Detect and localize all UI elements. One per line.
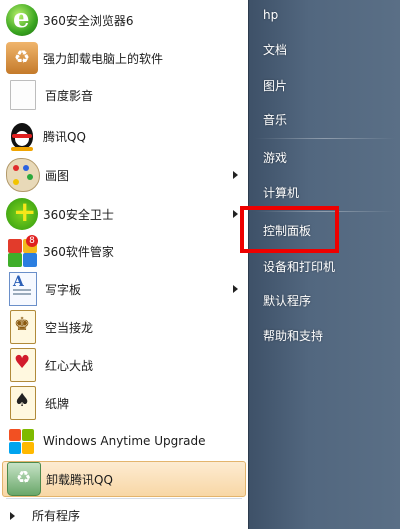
windows-logo-icon	[6, 425, 38, 457]
divider	[6, 498, 242, 499]
software-manager-icon: 8	[6, 235, 38, 267]
menu-item-label: 腾讯QQ	[43, 129, 86, 144]
menu-item-360-security[interactable]: 360安全卫士	[2, 195, 246, 232]
link-computer[interactable]: 计算机	[263, 184, 299, 201]
menu-item-baidu-player[interactable]: 百度影音	[2, 77, 246, 113]
all-programs-label: 所有程序	[32, 509, 81, 523]
menu-item-label: 画图	[45, 168, 70, 183]
menu-item-wordpad[interactable]: 写字板	[2, 271, 246, 307]
highlight-box	[240, 206, 339, 253]
menu-item-label: 360软件管家	[43, 244, 114, 259]
link-games[interactable]: 游戏	[263, 149, 287, 166]
menu-item-label: Windows Anytime Upgrade	[43, 434, 206, 448]
menu-item-tencent-qq[interactable]: 腾讯QQ	[2, 118, 246, 154]
menu-item-label: 写字板	[45, 282, 82, 297]
menu-item-windows-anytime-upgrade[interactable]: Windows Anytime Upgrade	[2, 423, 246, 459]
link-devices-and-printers[interactable]: 设备和打印机	[263, 258, 335, 275]
menu-item-360-software-manager[interactable]: 8 360软件管家	[2, 233, 246, 269]
menu-item-solitaire[interactable]: 纸牌	[2, 385, 246, 421]
programs-panel: 360安全浏览器6 强力卸载电脑上的软件 百度影音 腾讯QQ 画图 360安全卫…	[0, 0, 248, 529]
divider	[255, 138, 395, 139]
blank-document-icon	[10, 80, 36, 110]
hearts-icon	[10, 348, 36, 382]
paint-palette-icon	[6, 158, 40, 192]
menu-item-label: 360安全浏览器6	[43, 13, 134, 28]
menu-item-freecell[interactable]: 空当接龙	[2, 309, 246, 345]
menu-item-label: 百度影音	[45, 88, 94, 103]
submenu-arrow-icon	[233, 171, 238, 179]
menu-item-uninstall-qq[interactable]: 卸载腾讯QQ	[2, 461, 246, 497]
submenu-arrow-icon	[233, 210, 238, 218]
system-links-panel: hp 文档 图片 音乐 游戏 计算机 控制面板 设备和打印机 默认程序 帮助和支…	[248, 0, 400, 529]
solitaire-icon	[10, 386, 36, 420]
menu-item-label: 红心大战	[45, 358, 94, 373]
security-360-icon	[6, 195, 38, 230]
recycle-bin-icon	[7, 462, 41, 496]
menu-item-paint[interactable]: 画图	[2, 157, 246, 193]
menu-item-label: 强力卸载电脑上的软件	[43, 51, 164, 66]
link-help-and-support[interactable]: 帮助和支持	[263, 327, 323, 344]
submenu-arrow-icon	[233, 285, 238, 293]
link-music[interactable]: 音乐	[263, 111, 287, 128]
qq-penguin-icon	[6, 120, 38, 152]
link-user-folder[interactable]: hp	[263, 8, 278, 22]
menu-item-label: 空当接龙	[45, 320, 94, 335]
link-default-programs[interactable]: 默认程序	[263, 292, 311, 309]
link-pictures[interactable]: 图片	[263, 77, 287, 94]
link-documents[interactable]: 文档	[263, 41, 287, 58]
expand-arrow-icon	[10, 511, 15, 520]
menu-item-uninstall-software[interactable]: 强力卸载电脑上的软件	[2, 40, 246, 76]
menu-item-label: 卸载腾讯QQ	[46, 472, 113, 487]
uninstall-box-icon	[6, 42, 38, 74]
freecell-icon	[10, 310, 36, 344]
menu-item-360-browser[interactable]: 360安全浏览器6	[2, 2, 246, 38]
menu-item-label: 360安全卫士	[43, 207, 114, 222]
wordpad-icon	[9, 272, 37, 306]
menu-item-hearts[interactable]: 红心大战	[2, 347, 246, 383]
menu-item-label: 纸牌	[45, 396, 70, 411]
browser-360-icon	[6, 4, 38, 36]
all-programs-button[interactable]: 所有程序	[0, 502, 248, 529]
